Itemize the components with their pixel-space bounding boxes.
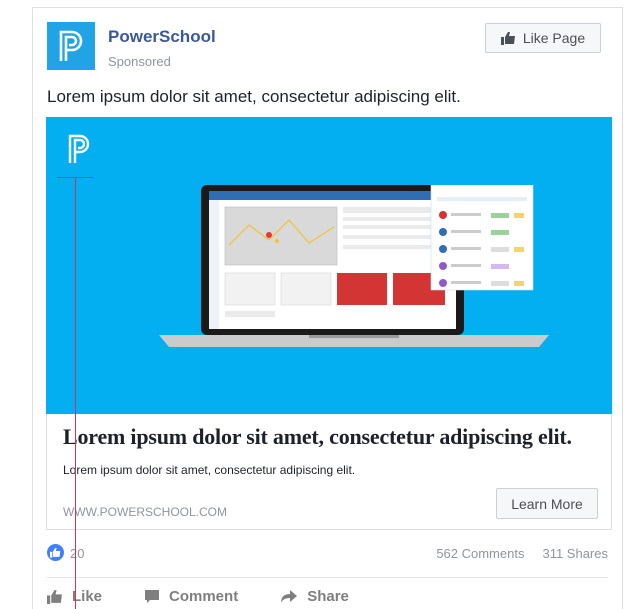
link-preview[interactable]: Lorem ipsum dolor sit amet, consectetur … bbox=[46, 414, 612, 530]
learn-more-button[interactable]: Learn More bbox=[496, 488, 598, 519]
page-name-link[interactable]: PowerSchool bbox=[108, 27, 216, 47]
annotation-line bbox=[75, 177, 76, 609]
like-page-button[interactable]: Like Page bbox=[485, 23, 601, 53]
page-avatar[interactable] bbox=[47, 22, 95, 70]
comment-label: Comment bbox=[169, 587, 239, 605]
like-page-label: Like Page bbox=[522, 30, 586, 46]
link-headline[interactable]: Lorem ipsum dolor sit amet, consectetur … bbox=[63, 424, 572, 450]
sponsored-post-card: PowerSchool Sponsored Like Page Lorem ip… bbox=[32, 7, 623, 609]
powerschool-logo-icon bbox=[68, 134, 90, 163]
like-label: Like bbox=[72, 587, 103, 605]
post-header: PowerSchool Sponsored Like Page bbox=[47, 22, 608, 72]
share-button[interactable]: Share bbox=[280, 583, 349, 609]
comments-count[interactable]: 562 Comments bbox=[436, 546, 524, 561]
shares-count[interactable]: 311 Shares bbox=[542, 546, 608, 561]
divider bbox=[47, 577, 608, 578]
post-text: Lorem ipsum dolor sit amet, consectetur … bbox=[47, 87, 461, 106]
action-bar: Like Comment Share bbox=[47, 583, 349, 609]
share-icon bbox=[281, 589, 298, 603]
like-reaction-icon[interactable] bbox=[47, 544, 64, 561]
laptop-illustration bbox=[159, 185, 549, 347]
reactions-bar: 20 562 Comments 311 Shares bbox=[47, 541, 608, 565]
reaction-count[interactable]: 20 bbox=[70, 546, 84, 561]
thumbs-up-icon bbox=[500, 32, 515, 45]
ad-image[interactable] bbox=[46, 117, 612, 414]
comment-button[interactable]: Comment bbox=[144, 583, 238, 609]
powerschool-logo-icon bbox=[59, 30, 83, 61]
thumbs-up-icon bbox=[47, 589, 62, 604]
share-label: Share bbox=[307, 587, 349, 605]
link-description: Lorem ipsum dolor sit amet, consectetur … bbox=[63, 463, 356, 477]
link-domain: WWW.POWERSCHOOL.COM bbox=[63, 505, 227, 519]
sponsored-label: Sponsored bbox=[108, 54, 171, 69]
comment-icon bbox=[145, 589, 160, 603]
